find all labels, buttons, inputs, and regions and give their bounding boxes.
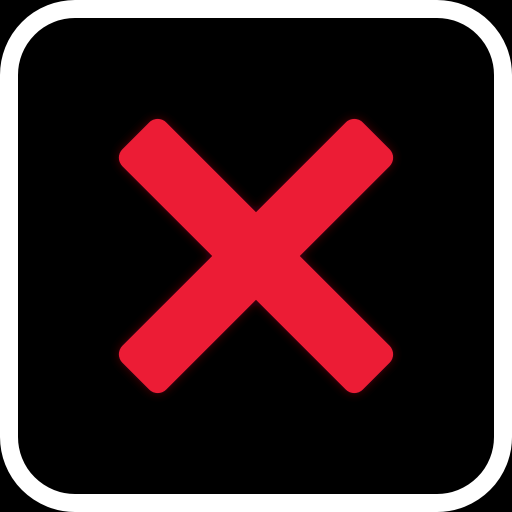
close-icon[interactable] — [0, 0, 512, 512]
close-app-icon[interactable] — [0, 0, 512, 512]
